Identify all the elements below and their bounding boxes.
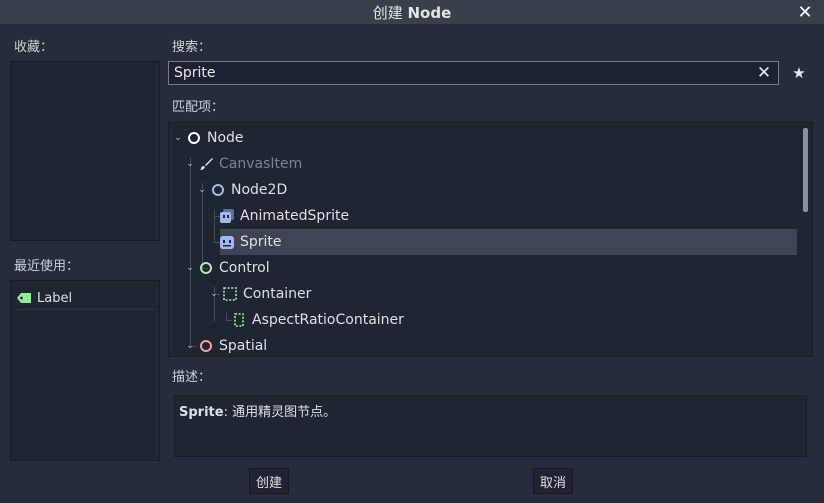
node-ring-icon bbox=[187, 131, 201, 145]
chevron-down-icon[interactable]: ⌄ bbox=[184, 341, 196, 351]
aspect-ratio-container-icon bbox=[234, 313, 244, 327]
label-tag-icon bbox=[17, 293, 31, 303]
description-class-name: Sprite bbox=[179, 405, 224, 420]
animated-sprite-icon bbox=[220, 209, 234, 223]
search-label: 搜索： bbox=[172, 40, 212, 55]
cancel-button[interactable]: 取消 bbox=[533, 468, 573, 494]
node2d-ring-icon bbox=[211, 183, 225, 197]
tree-scrollbar[interactable] bbox=[803, 128, 808, 212]
chevron-down-icon[interactable]: ⌄ bbox=[184, 263, 196, 273]
create-node-dialog: 收藏： 最近使用： Label 搜索： ✕ ★ 匹配项： ⌄ bbox=[0, 24, 824, 503]
tree-item-label: AnimatedSprite bbox=[240, 208, 350, 224]
chevron-down-icon[interactable]: ⌄ bbox=[196, 185, 208, 195]
tree-item-label: AspectRatioContainer bbox=[252, 312, 404, 328]
favorites-label: 收藏： bbox=[14, 40, 54, 55]
brush-icon bbox=[200, 158, 213, 170]
container-icon bbox=[223, 287, 237, 301]
spatial-ring-icon bbox=[199, 339, 213, 353]
recent-item-label[interactable]: Label bbox=[17, 287, 155, 310]
tree-item-node2d[interactable]: ⌄ Node2D bbox=[196, 177, 287, 203]
chevron-down-icon[interactable]: ⌄ bbox=[172, 133, 184, 143]
sprite-icon bbox=[220, 236, 234, 249]
close-icon[interactable]: ✕ bbox=[796, 2, 814, 23]
matches-tree[interactable]: ⌄ Node ⌄ CanvasItem ⌄ Node2D AnimatedSpr… bbox=[168, 122, 813, 357]
tree-item-label: Spatial bbox=[219, 338, 268, 354]
tree-item-animatedsprite[interactable]: AnimatedSprite bbox=[220, 203, 349, 229]
description-label: 描述： bbox=[172, 370, 212, 385]
control-ring-icon bbox=[199, 261, 213, 275]
tree-item-label: Node2D bbox=[231, 182, 288, 198]
create-button[interactable]: 创建 bbox=[249, 468, 289, 494]
description-panel: Sprite: 通用精灵图节点。 bbox=[174, 395, 807, 457]
tree-item-label: Control bbox=[219, 260, 270, 276]
dialog-titlebar: 创建 Node ✕ bbox=[0, 0, 824, 24]
chevron-down-icon[interactable]: ⌄ bbox=[208, 289, 220, 299]
recent-item-text: Label bbox=[37, 290, 73, 306]
search-field[interactable]: ✕ bbox=[168, 61, 779, 85]
tree-item-label: Node bbox=[207, 130, 244, 146]
tree-item-label: CanvasItem bbox=[219, 156, 303, 172]
favorites-list[interactable] bbox=[10, 61, 160, 241]
clear-icon[interactable]: ✕ bbox=[755, 63, 773, 83]
recent-list[interactable]: Label bbox=[10, 280, 160, 461]
tree-item-container[interactable]: ⌄ Container bbox=[208, 281, 311, 307]
tree-item-node[interactable]: ⌄ Node bbox=[172, 125, 244, 151]
recent-label: 最近使用： bbox=[14, 259, 80, 274]
tree-item-sprite[interactable]: Sprite bbox=[220, 229, 797, 255]
description-text: : 通用精灵图节点。 bbox=[223, 405, 337, 420]
dialog-title: 创建 Node bbox=[372, 3, 452, 22]
tree-item-label: Container bbox=[243, 286, 312, 302]
tree-item-aspectratiocontainer[interactable]: AspectRatioContainer bbox=[232, 307, 404, 333]
favorite-star-icon[interactable]: ★ bbox=[790, 64, 808, 82]
matches-label: 匹配项： bbox=[172, 100, 225, 115]
tree-item-control[interactable]: ⌄ Control bbox=[184, 255, 270, 281]
tree-item-spatial[interactable]: ⌄ Spatial bbox=[172, 333, 268, 356]
tree-item-canvasitem[interactable]: ⌄ CanvasItem bbox=[184, 151, 302, 177]
search-input[interactable] bbox=[169, 62, 744, 84]
chevron-down-icon[interactable]: ⌄ bbox=[184, 159, 196, 169]
tree-item-label: Sprite bbox=[240, 234, 282, 250]
